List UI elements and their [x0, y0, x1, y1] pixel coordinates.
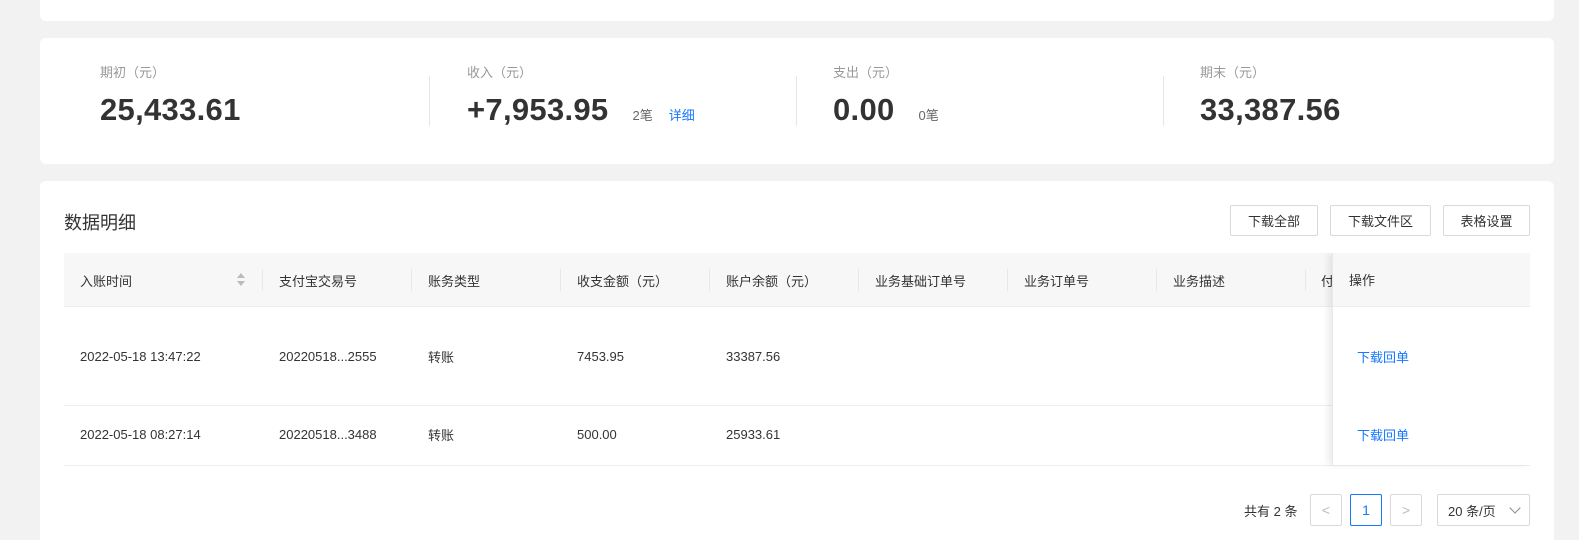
column-header-amount: 收支金额（元）: [577, 273, 669, 289]
cell-balance: 33387.56: [726, 349, 781, 364]
divider: [1163, 76, 1164, 126]
pagination-total: 共有 2 条: [1244, 504, 1298, 519]
sort-icon[interactable]: [236, 273, 246, 287]
column-divider: [411, 269, 412, 291]
cell-amount: 7453.95: [577, 349, 624, 364]
closing-value: 33,387.56: [1200, 92, 1341, 127]
cell-type: 转账: [428, 427, 455, 443]
detail-title: 数据明细: [64, 213, 136, 233]
summary-panel: 期初（元） 25,433.61 收入（元） +7,953.95 2笔 详细 支出…: [40, 38, 1554, 164]
table-row: 2022-05-18 08:27:14 20220518...3488 转账 5…: [64, 406, 1530, 466]
cell-time: 2022-05-18 08:27:14: [80, 426, 201, 442]
next-page-button[interactable]: >: [1390, 494, 1422, 526]
prev-page-button[interactable]: <: [1310, 494, 1342, 526]
column-divider: [262, 269, 263, 291]
income-count: 2笔: [632, 108, 653, 123]
detail-table: 入账时间 支付宝交易号 账务类型 收支金额（元） 账户余额（元） 业务基础订单号…: [64, 253, 1530, 481]
column-divider: [1007, 269, 1008, 291]
opening-stat: 期初（元） 25,433.61: [100, 64, 241, 134]
column-header-trade-no: 支付宝交易号: [279, 273, 358, 289]
download-receipt-link[interactable]: 下载回单: [1357, 406, 1409, 462]
cell-balance: 25933.61: [726, 426, 781, 442]
fixed-action-column: 操作 下载回单 下载回单: [1332, 253, 1530, 465]
column-divider: [560, 269, 561, 291]
cell-trade-no: 20220518...2555: [279, 349, 377, 364]
detail-panel: 数据明细 下载全部 下载文件区 表格设置 入账时间 支付宝交易号 账务类型 收支…: [40, 181, 1554, 540]
column-divider: [1156, 269, 1157, 291]
table-settings-button[interactable]: 表格设置: [1443, 205, 1530, 236]
download-receipt-link[interactable]: 下载回单: [1357, 307, 1409, 406]
closing-label: 期末（元）: [1200, 65, 1266, 80]
expense-value: 0.00: [833, 92, 895, 127]
income-label: 收入（元）: [467, 65, 533, 80]
income-detail-link[interactable]: 详细: [669, 105, 695, 124]
income-stat: 收入（元） +7,953.95 2笔 详细: [467, 64, 695, 134]
table-header: 入账时间 支付宝交易号 账务类型 收支金额（元） 账户余额（元） 业务基础订单号…: [64, 253, 1530, 307]
table-row: 2022-05-18 13:47:22 20220518...2555 转账 7…: [64, 307, 1530, 406]
download-area-button[interactable]: 下载文件区: [1330, 205, 1431, 236]
column-header-time[interactable]: 入账时间: [80, 253, 132, 307]
chevron-down-icon: [1509, 502, 1521, 514]
column-header-type: 账务类型: [428, 273, 481, 289]
column-header-balance: 账户余额（元）: [726, 273, 818, 289]
column-header-base-order: 业务基础订单号: [875, 273, 967, 289]
divider: [796, 76, 797, 126]
opening-label: 期初（元）: [100, 65, 166, 80]
page-1-button[interactable]: 1: [1350, 494, 1382, 526]
download-all-button[interactable]: 下载全部: [1230, 205, 1318, 236]
expense-label: 支出（元）: [833, 65, 899, 80]
column-divider: [1305, 269, 1306, 291]
cell-trade-no: 20220518...3488: [279, 426, 377, 442]
column-header-description: 业务描述: [1173, 273, 1226, 289]
expense-stat: 支出（元） 0.00 0笔: [833, 64, 939, 134]
page-size-value: 20 条/页: [1448, 503, 1496, 519]
expense-count: 0笔: [918, 108, 939, 123]
divider: [429, 76, 430, 126]
page-size-select[interactable]: 20 条/页: [1437, 494, 1530, 526]
closing-stat: 期末（元） 33,387.56: [1200, 64, 1341, 134]
column-header-action: 操作: [1333, 253, 1530, 307]
column-divider: [709, 269, 710, 291]
cell-amount: 500.00: [577, 426, 617, 442]
column-header-order: 业务订单号: [1024, 273, 1090, 289]
column-divider: [858, 269, 859, 291]
income-value: +7,953.95: [467, 92, 609, 127]
cell-type: 转账: [428, 350, 455, 365]
opening-value: 25,433.61: [100, 92, 241, 127]
cell-time: 2022-05-18 13:47:22: [80, 349, 201, 364]
top-card: [40, 0, 1554, 21]
